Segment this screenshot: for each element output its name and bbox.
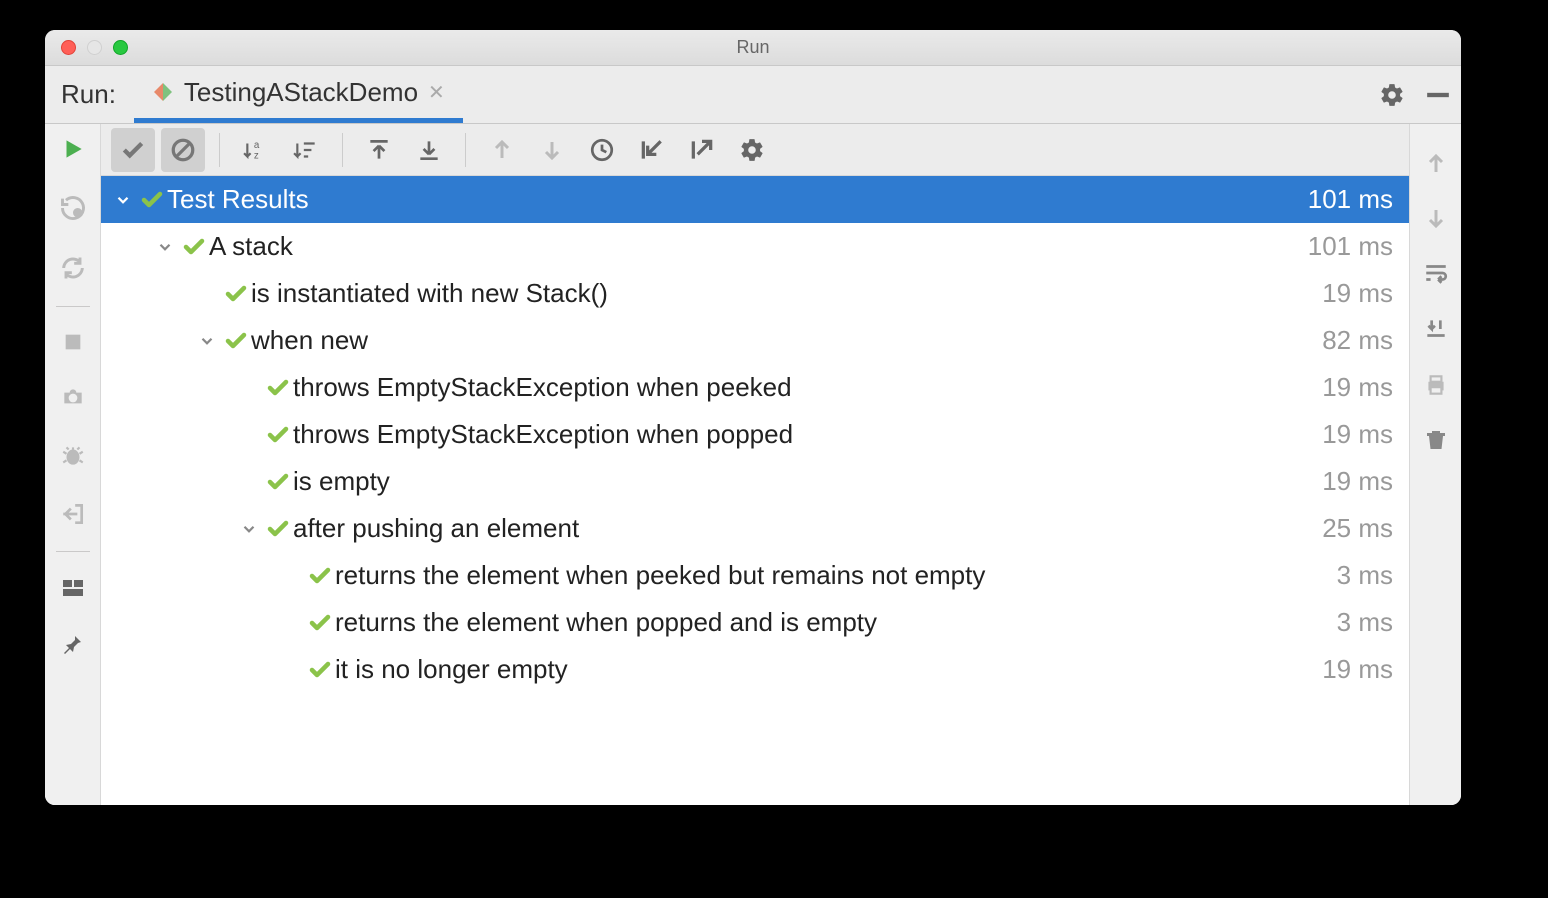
- test-settings-button[interactable]: [730, 128, 774, 172]
- test-duration: 3 ms: [1337, 560, 1393, 591]
- test-row[interactable]: returns the element when peeked but rema…: [101, 552, 1409, 599]
- test-label: A stack: [209, 231, 293, 262]
- test-tree[interactable]: Test Results 101 ms A stack 101 ms is instan…: [101, 176, 1409, 805]
- chevron-down-icon[interactable]: [109, 191, 137, 209]
- test-toolbar: az: [101, 124, 1409, 176]
- scroll-to-end-icon[interactable]: [1423, 316, 1449, 342]
- prev-failed-button[interactable]: [480, 128, 524, 172]
- dump-threads-icon[interactable]: [60, 385, 86, 411]
- test-pass-icon: [263, 517, 293, 541]
- test-duration: 19 ms: [1322, 419, 1393, 450]
- test-row[interactable]: after pushing an element 25 ms: [101, 505, 1409, 552]
- debug-icon[interactable]: [60, 443, 86, 469]
- run-icon[interactable]: [60, 136, 86, 162]
- minimize-panel-icon[interactable]: [1425, 82, 1451, 108]
- test-duration: 3 ms: [1337, 607, 1393, 638]
- svg-text:z: z: [254, 150, 259, 161]
- test-label: it is no longer empty: [335, 654, 568, 685]
- window-title: Run: [45, 37, 1461, 58]
- traffic-lights: [45, 40, 128, 55]
- test-label: throws EmptyStackException when popped: [293, 419, 793, 450]
- window-minimize-button[interactable]: [87, 40, 102, 55]
- collapse-all-button[interactable]: [407, 128, 451, 172]
- test-duration: 25 ms: [1322, 513, 1393, 544]
- settings-icon[interactable]: [1379, 82, 1405, 108]
- run-config-icon: [152, 81, 174, 103]
- export-tests-button[interactable]: [680, 128, 724, 172]
- test-row[interactable]: returns the element when popped and is e…: [101, 599, 1409, 646]
- window-close-button[interactable]: [61, 40, 76, 55]
- test-label: when new: [251, 325, 368, 356]
- test-pass-icon: [305, 611, 335, 635]
- show-ignored-button[interactable]: [161, 128, 205, 172]
- test-pass-icon: [263, 470, 293, 494]
- test-pass-icon: [137, 188, 167, 212]
- layout-icon[interactable]: [61, 576, 85, 600]
- test-duration: 19 ms: [1322, 466, 1393, 497]
- run-window: Run Run: TestingAStackDemo ✕: [45, 30, 1461, 805]
- exit-icon[interactable]: [60, 501, 86, 527]
- test-row[interactable]: throws EmptyStackException when popped 19…: [101, 411, 1409, 458]
- titlebar: Run: [45, 30, 1461, 66]
- tab-name: TestingAStackDemo: [184, 77, 418, 108]
- tabbar: Run: TestingAStackDemo ✕: [45, 66, 1461, 124]
- test-pass-icon: [305, 658, 335, 682]
- test-row[interactable]: it is no longer empty 19 ms: [101, 646, 1409, 693]
- test-duration: 19 ms: [1322, 372, 1393, 403]
- svg-text:a: a: [254, 139, 260, 150]
- right-sidebar: [1409, 124, 1461, 805]
- soft-wrap-icon[interactable]: [1423, 260, 1449, 286]
- test-row[interactable]: A stack 101 ms: [101, 223, 1409, 270]
- next-failed-button[interactable]: [530, 128, 574, 172]
- import-tests-button[interactable]: [630, 128, 674, 172]
- test-row[interactable]: throws EmptyStackException when peeked 19…: [101, 364, 1409, 411]
- expand-all-button[interactable]: [357, 128, 401, 172]
- toggle-auto-test-icon[interactable]: [59, 254, 87, 282]
- clear-icon[interactable]: [1424, 428, 1448, 452]
- test-label: returns the element when peeked but rema…: [335, 560, 985, 591]
- test-row[interactable]: is empty 19 ms: [101, 458, 1409, 505]
- chevron-down-icon[interactable]: [193, 332, 221, 350]
- test-label: is empty: [293, 466, 390, 497]
- test-pass-icon: [179, 235, 209, 259]
- test-pass-icon: [221, 329, 251, 353]
- test-label: throws EmptyStackException when peeked: [293, 372, 792, 403]
- test-duration: 82 ms: [1322, 325, 1393, 356]
- test-label: after pushing an element: [293, 513, 579, 544]
- run-label: Run:: [55, 79, 122, 110]
- test-label: Test Results: [167, 184, 309, 215]
- test-duration: 101 ms: [1308, 231, 1393, 262]
- test-duration: 101 ms: [1308, 184, 1393, 215]
- chevron-down-icon[interactable]: [151, 238, 179, 256]
- rerun-failed-icon[interactable]: [59, 194, 87, 222]
- test-duration: 19 ms: [1322, 654, 1393, 685]
- test-row[interactable]: when new 82 ms: [101, 317, 1409, 364]
- test-pass-icon: [263, 423, 293, 447]
- scroll-down-icon[interactable]: [1424, 206, 1448, 230]
- run-config-tab[interactable]: TestingAStackDemo ✕: [134, 66, 463, 123]
- test-label: is instantiated with new Stack(): [251, 278, 608, 309]
- sort-duration-button[interactable]: [284, 128, 328, 172]
- test-pass-icon: [221, 282, 251, 306]
- stop-icon[interactable]: [62, 331, 84, 353]
- main-area: az Test Results 101 ms A stack 101 ms is ins…: [45, 124, 1461, 805]
- test-row[interactable]: Test Results 101 ms: [101, 176, 1409, 223]
- test-history-button[interactable]: [580, 128, 624, 172]
- print-icon[interactable]: [1423, 372, 1449, 398]
- content-area: az Test Results 101 ms A stack 101 ms is ins…: [101, 124, 1409, 805]
- test-pass-icon: [305, 564, 335, 588]
- sort-alpha-button[interactable]: az: [234, 128, 278, 172]
- test-duration: 19 ms: [1322, 278, 1393, 309]
- pin-icon[interactable]: [61, 632, 85, 656]
- tab-close-icon[interactable]: ✕: [428, 80, 445, 105]
- chevron-down-icon[interactable]: [235, 520, 263, 538]
- show-passed-button[interactable]: [111, 128, 155, 172]
- scroll-up-icon[interactable]: [1424, 152, 1448, 176]
- test-row[interactable]: is instantiated with new Stack() 19 ms: [101, 270, 1409, 317]
- test-label: returns the element when popped and is e…: [335, 607, 877, 638]
- window-zoom-button[interactable]: [113, 40, 128, 55]
- left-sidebar: [45, 124, 101, 805]
- test-pass-icon: [263, 376, 293, 400]
